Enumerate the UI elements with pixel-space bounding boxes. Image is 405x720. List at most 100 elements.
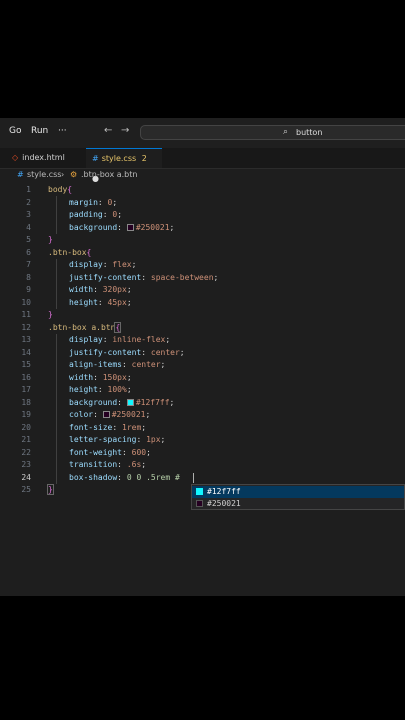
property: font-size (69, 422, 113, 432)
property: font-weight (69, 447, 122, 457)
property: height (69, 385, 98, 394)
color-swatch (196, 488, 203, 495)
line-number: 3 (26, 210, 31, 219)
color-swatch (196, 500, 203, 507)
css-file-icon: # (92, 154, 99, 163)
code-line: 7 display: flex; (0, 259, 405, 272)
code-line: 1 body{ (0, 184, 405, 197)
property: justify-content (69, 347, 142, 357)
breadcrumb-file[interactable]: style.css (27, 170, 61, 179)
code-line: 14 justify-content: center; (0, 347, 405, 360)
line-number: 2 (26, 197, 31, 207)
code-line: 10 height: 45px; (0, 297, 405, 310)
line-number: 25 (21, 485, 31, 494)
code-line: 23 transition: .6s; (0, 459, 405, 472)
line-number: 9 (26, 285, 31, 294)
tab-index-html[interactable]: ◇ index.html (6, 148, 86, 168)
color-swatch[interactable] (126, 398, 134, 406)
line-number: 17 (21, 385, 31, 394)
color-swatch[interactable] (102, 411, 110, 418)
code-line: 9 width: 320px; (0, 284, 405, 297)
line-number: 4 (26, 222, 31, 232)
value: 100% (107, 385, 127, 394)
line-number: 21 (21, 435, 31, 444)
suggestion-item[interactable]: #12f7ff (192, 486, 404, 498)
code-line: 20 font-size: 1rem; (0, 422, 405, 435)
code-line: 18 background: #12f7ff; (0, 397, 405, 410)
value: center (131, 360, 161, 369)
line-number: 8 (26, 272, 31, 282)
property: display (69, 260, 103, 269)
back-arrow-icon[interactable]: ← (104, 125, 112, 136)
selector-text: .btn-box a.btn (48, 322, 116, 332)
menu-more[interactable]: ··· (58, 126, 67, 136)
color-swatch[interactable] (126, 223, 134, 231)
line-number: 13 (21, 335, 31, 344)
value: #250021 (111, 410, 146, 419)
line-number: 22 (21, 447, 31, 457)
property: color (69, 410, 94, 419)
line-number: 7 (26, 260, 31, 269)
value: center (150, 347, 180, 357)
property: padding (69, 210, 103, 219)
property: display (69, 335, 103, 344)
tab-label: index.html (22, 153, 65, 162)
code-line: 5} (0, 234, 405, 247)
problem-count-badge: 2 (141, 154, 147, 163)
line-number: 5 (26, 235, 31, 244)
line-number: 14 (21, 347, 31, 357)
code-line: 15 align-items: center; (0, 359, 405, 372)
value: space-between (150, 272, 214, 282)
code-line: 24 box-shadow: 0 0 .5rem # (0, 472, 405, 485)
text-cursor (193, 472, 194, 483)
menu-go[interactable]: Go (9, 126, 21, 136)
suggestion-label: #250021 (207, 499, 241, 508)
title-bar: Go Run ··· ← → ⌕ button (0, 118, 405, 148)
search-icon: ⌕ (283, 127, 289, 137)
code-line: 21 letter-spacing: 1px; (0, 434, 405, 447)
forward-arrow-icon[interactable]: → (121, 125, 129, 136)
selector-text: .btn-box (48, 247, 87, 257)
line-number: 23 (21, 460, 31, 469)
line-number: 15 (21, 360, 31, 369)
property: letter-spacing (69, 435, 137, 444)
code-line: 13 display: inline-flex; (0, 334, 405, 347)
value: 320px (102, 285, 127, 294)
code-line: 22 font-weight: 600; (0, 447, 405, 460)
search-text: button (296, 128, 323, 137)
editor-tabs: ◇ index.html # style.css 2 ● (0, 148, 405, 183)
line-number: 18 (21, 397, 31, 407)
value: 150px (102, 372, 127, 382)
code-line: 6 .btn-box{ (0, 247, 405, 260)
property: width (69, 372, 94, 382)
value: 1rem (122, 422, 142, 432)
code-line: 2 margin: 0; (0, 197, 405, 210)
value: 0 0 .5rem # (126, 472, 180, 482)
code-line: 16 width: 150px; (0, 372, 405, 385)
property: transition (69, 460, 118, 469)
menu-run[interactable]: Run (31, 126, 48, 136)
css-file-icon: # (17, 170, 24, 179)
code-line: 11} (0, 309, 405, 322)
line-number: 10 (21, 297, 31, 307)
tab-style-css[interactable]: # style.css 2 ● (86, 148, 162, 183)
command-center-search[interactable]: ⌕ button (140, 125, 405, 140)
code-line: 4 background: #250021; (0, 222, 405, 235)
value: .6s (126, 460, 142, 469)
value: 1px (146, 435, 161, 444)
value: inline-flex (112, 335, 166, 344)
line-number: 1 (26, 185, 31, 194)
selector-icon: ⚙ (70, 170, 78, 179)
value: #250021 (135, 222, 170, 232)
suggestion-item[interactable]: #250021 (192, 498, 404, 510)
property: box-shadow (69, 472, 118, 482)
chevron-right-icon: › (61, 170, 65, 179)
breadcrumb-selector[interactable]: .btn-box a.btn (81, 170, 137, 179)
code-line: 8 justify-content: space-between; (0, 272, 405, 285)
code-editor[interactable]: 1 body{ 2 margin: 0; 3 padding: 0; 4 backgro… (0, 184, 405, 584)
property: justify-content (69, 272, 142, 282)
line-number: 24 (21, 472, 31, 482)
line-number: 16 (21, 372, 31, 382)
property: width (69, 285, 94, 294)
line-number: 20 (21, 422, 31, 432)
